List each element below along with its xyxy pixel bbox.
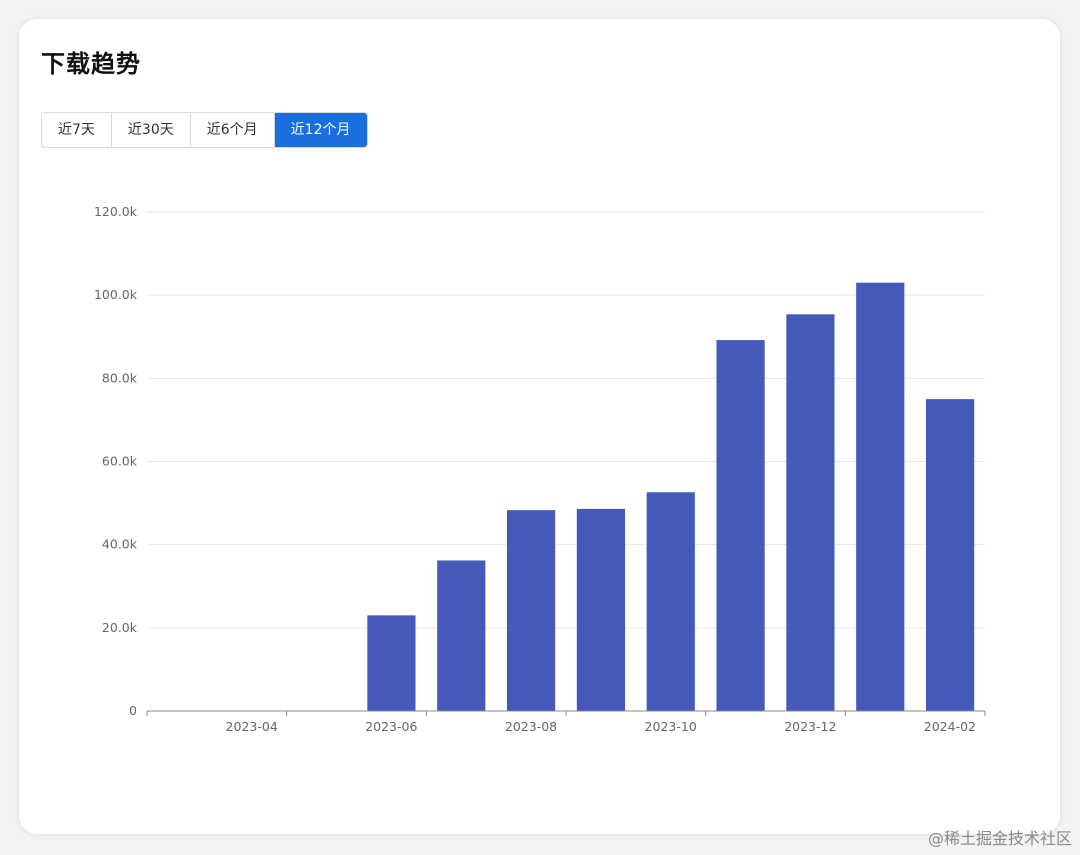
x-tick-label: 2023-12 [784, 719, 836, 734]
bar-2023-08 [506, 510, 556, 711]
bar-2023-11 [716, 340, 765, 711]
y-tick-label: 120.0k [94, 204, 138, 219]
bar-2023-07 [437, 560, 486, 711]
x-tick-label: 2024-02 [924, 719, 976, 734]
bar-2023-06 [367, 615, 416, 711]
y-tick-label: 20.0k [102, 620, 138, 635]
x-tick-label: 2023-04 [226, 719, 278, 734]
bar-2023-12 [786, 314, 835, 711]
x-tick-label: 2023-08 [505, 719, 557, 734]
y-tick-label: 100.0k [94, 287, 138, 302]
bar-2024-02 [925, 399, 975, 711]
x-tick-label: 2023-06 [365, 719, 417, 734]
bar-2023-09 [576, 508, 626, 711]
x-tick-label: 2023-10 [645, 719, 697, 734]
y-tick-label: 0 [129, 703, 137, 718]
bar-chart: 0 20.0k 40.0k 60.0k 80.0k 100.0k 120.0k 2023-04… [94, 204, 986, 734]
y-tick-label: 80.0k [102, 370, 138, 385]
bar-2023-10 [646, 492, 695, 711]
y-tick-label: 60.0k [102, 454, 138, 469]
y-tick-label: 40.0k [102, 537, 138, 552]
bar-2024-01 [856, 282, 905, 711]
watermark: @稀土掘金技术社区 [927, 829, 1072, 848]
